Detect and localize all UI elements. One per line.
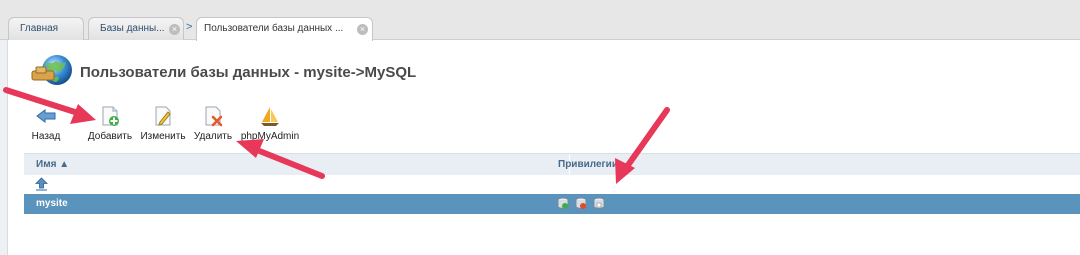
annotation-arrows	[3, 87, 670, 184]
page: Главная Базы данны... × > Пользователи б…	[0, 0, 1080, 255]
annotation-arrow-add	[3, 87, 96, 124]
annotation-arrow-delete	[236, 139, 325, 179]
annotation-arrow-privileges	[615, 107, 670, 184]
